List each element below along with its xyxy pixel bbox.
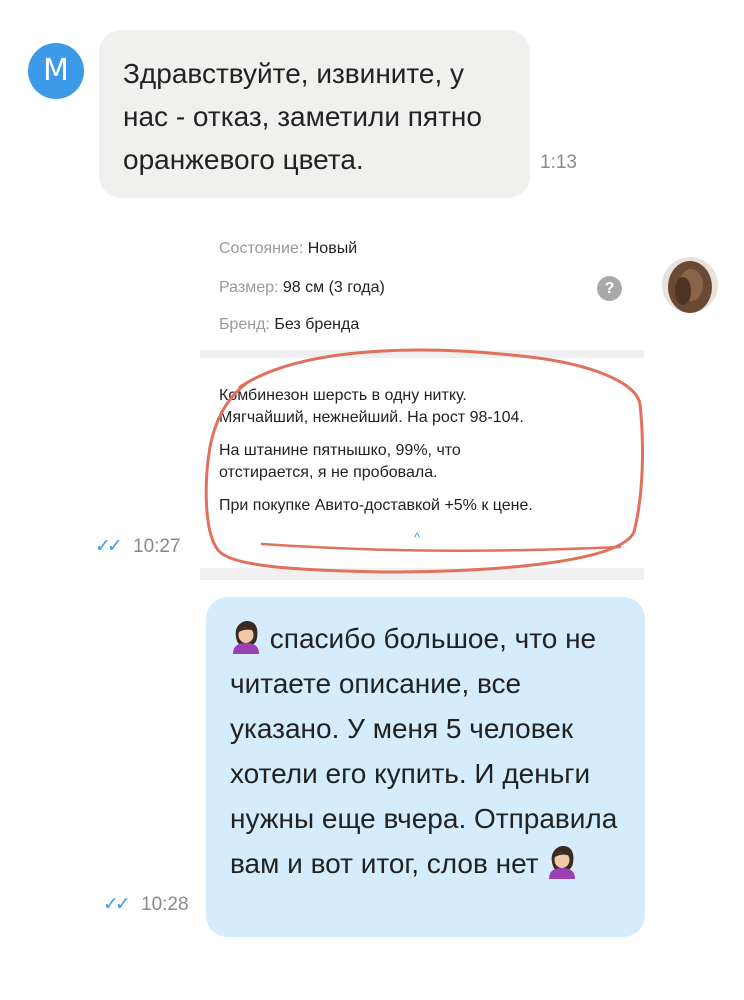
incoming-message-time: 1:13 <box>540 152 577 173</box>
facepalm-emoji-icon <box>549 846 576 879</box>
sender-avatar[interactable]: M <box>28 43 84 99</box>
listing-screenshot[interactable]: Состояние: Новый Размер: 98 см (3 года) … <box>200 232 644 580</box>
read-receipt-icon: ✓✓ <box>95 536 123 557</box>
user-avatar[interactable] <box>662 257 718 313</box>
outgoing-message-text: спасибо большое, что не читаете описание… <box>230 623 618 879</box>
incoming-message-bubble[interactable]: Здравствуйте, извините, у нас - отказ, з… <box>99 30 530 198</box>
red-circle-annotation <box>204 348 644 574</box>
outgoing-message-bubble[interactable]: спасибо большое, что не читаете описание… <box>206 597 645 937</box>
read-receipt-icon: ✓✓ <box>103 894 131 915</box>
facepalm-emoji-icon <box>233 621 259 654</box>
user-photo-icon <box>662 257 718 313</box>
screenshot-message-time: 10:27 <box>133 536 181 557</box>
outgoing-message-time: 10:28 <box>141 894 189 915</box>
avatar-letter: M <box>43 53 69 88</box>
incoming-message-text: Здравствуйте, извините, у нас - отказ, з… <box>123 58 482 175</box>
